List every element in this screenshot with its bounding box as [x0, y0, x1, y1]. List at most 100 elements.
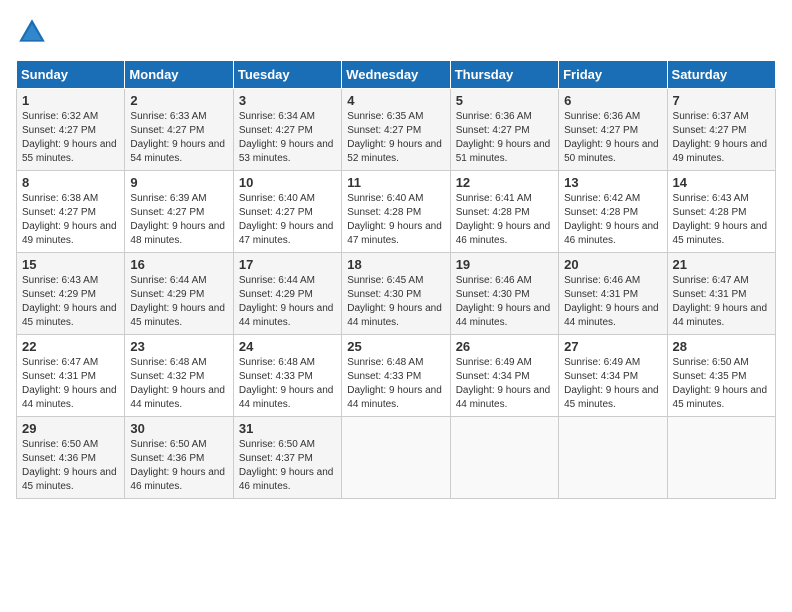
calendar-cell: 28 Sunrise: 6:50 AMSunset: 4:35 PMDaylig…: [667, 335, 775, 417]
col-header-tuesday: Tuesday: [233, 61, 341, 89]
calendar-cell: 18 Sunrise: 6:45 AMSunset: 4:30 PMDaylig…: [342, 253, 450, 335]
day-info: Sunrise: 6:32 AMSunset: 4:27 PMDaylight:…: [22, 111, 117, 164]
calendar-cell: 14 Sunrise: 6:43 AMSunset: 4:28 PMDaylig…: [667, 171, 775, 253]
calendar-cell: 21 Sunrise: 6:47 AMSunset: 4:31 PMDaylig…: [667, 253, 775, 335]
calendar-cell: 13 Sunrise: 6:42 AMSunset: 4:28 PMDaylig…: [559, 171, 667, 253]
logo-icon: [16, 16, 48, 48]
day-number: 15: [22, 257, 119, 272]
day-number: 26: [456, 339, 553, 354]
day-number: 12: [456, 175, 553, 190]
day-info: Sunrise: 6:36 AMSunset: 4:27 PMDaylight:…: [456, 111, 551, 164]
calendar-cell: [559, 417, 667, 499]
calendar-cell: 22 Sunrise: 6:47 AMSunset: 4:31 PMDaylig…: [17, 335, 125, 417]
calendar-cell: 19 Sunrise: 6:46 AMSunset: 4:30 PMDaylig…: [450, 253, 558, 335]
day-number: 22: [22, 339, 119, 354]
calendar-week-1: 1 Sunrise: 6:32 AMSunset: 4:27 PMDayligh…: [17, 89, 776, 171]
day-info: Sunrise: 6:40 AMSunset: 4:28 PMDaylight:…: [347, 193, 442, 246]
day-info: Sunrise: 6:50 AMSunset: 4:37 PMDaylight:…: [239, 439, 334, 492]
day-number: 11: [347, 175, 444, 190]
calendar-cell: 6 Sunrise: 6:36 AMSunset: 4:27 PMDayligh…: [559, 89, 667, 171]
calendar-cell: 1 Sunrise: 6:32 AMSunset: 4:27 PMDayligh…: [17, 89, 125, 171]
calendar-cell: 7 Sunrise: 6:37 AMSunset: 4:27 PMDayligh…: [667, 89, 775, 171]
calendar-cell: 23 Sunrise: 6:48 AMSunset: 4:32 PMDaylig…: [125, 335, 233, 417]
day-info: Sunrise: 6:50 AMSunset: 4:36 PMDaylight:…: [130, 439, 225, 492]
col-header-thursday: Thursday: [450, 61, 558, 89]
day-info: Sunrise: 6:44 AMSunset: 4:29 PMDaylight:…: [130, 275, 225, 328]
day-number: 9: [130, 175, 227, 190]
logo: [16, 16, 52, 48]
calendar-cell: 11 Sunrise: 6:40 AMSunset: 4:28 PMDaylig…: [342, 171, 450, 253]
day-info: Sunrise: 6:46 AMSunset: 4:31 PMDaylight:…: [564, 275, 659, 328]
day-number: 25: [347, 339, 444, 354]
day-number: 21: [673, 257, 770, 272]
calendar-cell: 20 Sunrise: 6:46 AMSunset: 4:31 PMDaylig…: [559, 253, 667, 335]
day-info: Sunrise: 6:47 AMSunset: 4:31 PMDaylight:…: [673, 275, 768, 328]
day-number: 17: [239, 257, 336, 272]
day-info: Sunrise: 6:48 AMSunset: 4:33 PMDaylight:…: [347, 357, 442, 410]
day-number: 29: [22, 421, 119, 436]
calendar-table: SundayMondayTuesdayWednesdayThursdayFrid…: [16, 60, 776, 499]
day-info: Sunrise: 6:47 AMSunset: 4:31 PMDaylight:…: [22, 357, 117, 410]
day-info: Sunrise: 6:42 AMSunset: 4:28 PMDaylight:…: [564, 193, 659, 246]
day-info: Sunrise: 6:45 AMSunset: 4:30 PMDaylight:…: [347, 275, 442, 328]
calendar-cell: [342, 417, 450, 499]
calendar-cell: 25 Sunrise: 6:48 AMSunset: 4:33 PMDaylig…: [342, 335, 450, 417]
day-number: 2: [130, 93, 227, 108]
calendar-cell: 15 Sunrise: 6:43 AMSunset: 4:29 PMDaylig…: [17, 253, 125, 335]
day-info: Sunrise: 6:48 AMSunset: 4:32 PMDaylight:…: [130, 357, 225, 410]
col-header-wednesday: Wednesday: [342, 61, 450, 89]
day-info: Sunrise: 6:35 AMSunset: 4:27 PMDaylight:…: [347, 111, 442, 164]
calendar-header-row: SundayMondayTuesdayWednesdayThursdayFrid…: [17, 61, 776, 89]
day-info: Sunrise: 6:50 AMSunset: 4:36 PMDaylight:…: [22, 439, 117, 492]
day-number: 1: [22, 93, 119, 108]
day-info: Sunrise: 6:49 AMSunset: 4:34 PMDaylight:…: [456, 357, 551, 410]
day-info: Sunrise: 6:36 AMSunset: 4:27 PMDaylight:…: [564, 111, 659, 164]
day-number: 23: [130, 339, 227, 354]
day-number: 27: [564, 339, 661, 354]
day-info: Sunrise: 6:41 AMSunset: 4:28 PMDaylight:…: [456, 193, 551, 246]
col-header-saturday: Saturday: [667, 61, 775, 89]
day-info: Sunrise: 6:43 AMSunset: 4:28 PMDaylight:…: [673, 193, 768, 246]
calendar-cell: 2 Sunrise: 6:33 AMSunset: 4:27 PMDayligh…: [125, 89, 233, 171]
calendar-cell: 5 Sunrise: 6:36 AMSunset: 4:27 PMDayligh…: [450, 89, 558, 171]
calendar-cell: 10 Sunrise: 6:40 AMSunset: 4:27 PMDaylig…: [233, 171, 341, 253]
day-number: 7: [673, 93, 770, 108]
day-info: Sunrise: 6:38 AMSunset: 4:27 PMDaylight:…: [22, 193, 117, 246]
day-number: 20: [564, 257, 661, 272]
day-info: Sunrise: 6:34 AMSunset: 4:27 PMDaylight:…: [239, 111, 334, 164]
day-info: Sunrise: 6:43 AMSunset: 4:29 PMDaylight:…: [22, 275, 117, 328]
calendar-cell: 12 Sunrise: 6:41 AMSunset: 4:28 PMDaylig…: [450, 171, 558, 253]
calendar-cell: 27 Sunrise: 6:49 AMSunset: 4:34 PMDaylig…: [559, 335, 667, 417]
day-info: Sunrise: 6:48 AMSunset: 4:33 PMDaylight:…: [239, 357, 334, 410]
day-number: 10: [239, 175, 336, 190]
calendar-cell: 24 Sunrise: 6:48 AMSunset: 4:33 PMDaylig…: [233, 335, 341, 417]
day-number: 3: [239, 93, 336, 108]
day-number: 24: [239, 339, 336, 354]
day-info: Sunrise: 6:40 AMSunset: 4:27 PMDaylight:…: [239, 193, 334, 246]
day-info: Sunrise: 6:44 AMSunset: 4:29 PMDaylight:…: [239, 275, 334, 328]
day-number: 18: [347, 257, 444, 272]
col-header-monday: Monday: [125, 61, 233, 89]
day-info: Sunrise: 6:37 AMSunset: 4:27 PMDaylight:…: [673, 111, 768, 164]
col-header-sunday: Sunday: [17, 61, 125, 89]
calendar-cell: 3 Sunrise: 6:34 AMSunset: 4:27 PMDayligh…: [233, 89, 341, 171]
day-info: Sunrise: 6:50 AMSunset: 4:35 PMDaylight:…: [673, 357, 768, 410]
calendar-cell: 17 Sunrise: 6:44 AMSunset: 4:29 PMDaylig…: [233, 253, 341, 335]
calendar-week-3: 15 Sunrise: 6:43 AMSunset: 4:29 PMDaylig…: [17, 253, 776, 335]
calendar-cell: 9 Sunrise: 6:39 AMSunset: 4:27 PMDayligh…: [125, 171, 233, 253]
calendar-cell: 8 Sunrise: 6:38 AMSunset: 4:27 PMDayligh…: [17, 171, 125, 253]
day-number: 19: [456, 257, 553, 272]
day-number: 8: [22, 175, 119, 190]
day-info: Sunrise: 6:46 AMSunset: 4:30 PMDaylight:…: [456, 275, 551, 328]
day-info: Sunrise: 6:33 AMSunset: 4:27 PMDaylight:…: [130, 111, 225, 164]
calendar-cell: 16 Sunrise: 6:44 AMSunset: 4:29 PMDaylig…: [125, 253, 233, 335]
calendar-cell: 30 Sunrise: 6:50 AMSunset: 4:36 PMDaylig…: [125, 417, 233, 499]
day-number: 30: [130, 421, 227, 436]
day-number: 14: [673, 175, 770, 190]
day-number: 16: [130, 257, 227, 272]
day-info: Sunrise: 6:49 AMSunset: 4:34 PMDaylight:…: [564, 357, 659, 410]
calendar-cell: 31 Sunrise: 6:50 AMSunset: 4:37 PMDaylig…: [233, 417, 341, 499]
day-number: 4: [347, 93, 444, 108]
calendar-cell: 26 Sunrise: 6:49 AMSunset: 4:34 PMDaylig…: [450, 335, 558, 417]
calendar-cell: 4 Sunrise: 6:35 AMSunset: 4:27 PMDayligh…: [342, 89, 450, 171]
